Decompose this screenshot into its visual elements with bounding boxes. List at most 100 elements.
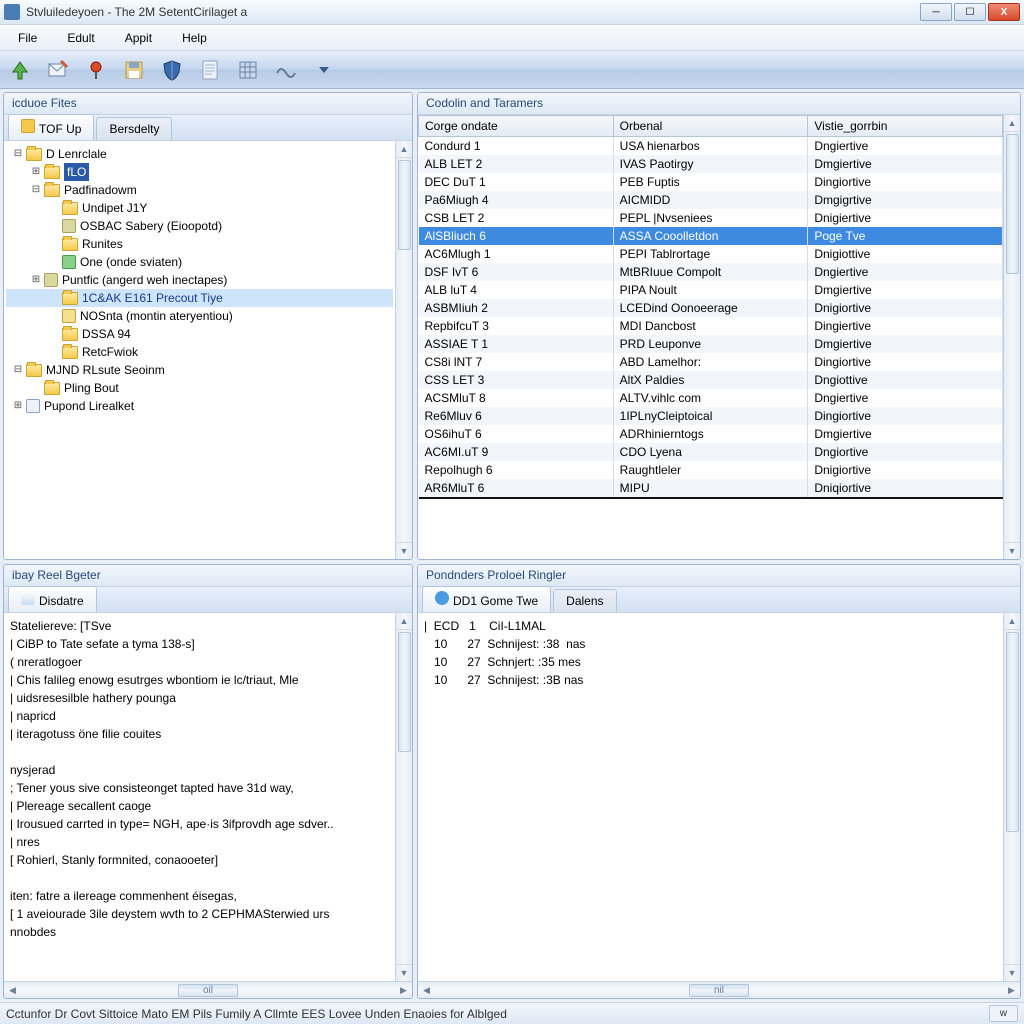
pin-icon[interactable] [82, 56, 110, 84]
tab-tof-up[interactable]: TOF Up [8, 114, 94, 140]
menu-edult[interactable]: Edult [53, 27, 108, 49]
scroll-up-icon[interactable]: ▲ [396, 141, 412, 158]
grid-icon[interactable] [234, 56, 262, 84]
expand-icon[interactable] [48, 238, 60, 250]
scroll-up-icon[interactable]: ▲ [1004, 115, 1020, 132]
tree-item[interactable]: One (onde sviaten) [6, 253, 393, 271]
expand-icon[interactable] [30, 382, 42, 394]
table-row[interactable]: AC6Mlugh 1PEPI TablrortageDnigiottive [419, 245, 1003, 263]
expand-icon[interactable]: ⊞ [12, 400, 24, 412]
data-table[interactable]: Corge ondateOrbenalVistie_gorrbinCondurd… [418, 115, 1003, 499]
close-button[interactable]: X [988, 3, 1020, 21]
log-text-left[interactable]: Stateliereve: [TSve | CiBP to Tate sefat… [4, 613, 395, 981]
scroll-left-icon[interactable]: ◀ [4, 982, 21, 998]
expand-icon[interactable] [48, 220, 60, 232]
table-row[interactable]: Pa6Miugh 4AICMIDDDmgigrtive [419, 191, 1003, 209]
expand-icon[interactable]: ⊞ [30, 166, 42, 178]
expand-icon[interactable] [48, 328, 60, 340]
scroll-down-icon[interactable]: ▼ [1004, 964, 1020, 981]
table-row[interactable]: AlSBliuch 6ASSA CooolletdonPoge Tve [419, 227, 1003, 245]
table-row[interactable]: AC6MI.uT 9CDO LyenaDngiortive [419, 443, 1003, 461]
table-row[interactable]: AR6MluT 6MIPUDniqiortive [419, 479, 1003, 498]
table-row[interactable]: ACSMluT 8ALTV.vihlc comDngiertive [419, 389, 1003, 407]
table-row[interactable]: DEC DuT 1PEB FuptisDingiortive [419, 173, 1003, 191]
scroll-down-icon[interactable]: ▼ [396, 964, 412, 981]
table-row[interactable]: RepbifcuT 3MDI DancbostDingiertive [419, 317, 1003, 335]
tab-dd1[interactable]: DD1 Gome Twe [422, 586, 551, 612]
column-header[interactable]: Orbenal [613, 116, 808, 137]
scroll-down-icon[interactable]: ▼ [396, 542, 412, 559]
scrollbar-vertical[interactable]: ▲▼ [395, 141, 412, 559]
tree-item[interactable]: 1C&AK E161 Precout Tiye [6, 289, 393, 307]
table-row[interactable]: Repolhugh 6RaughtlelerDnigiortive [419, 461, 1003, 479]
table-row[interactable]: CSB LET 2PEPL |NvsenieesDnigiertive [419, 209, 1003, 227]
table-row[interactable]: Re6Mluv 61IPLnyCleiptoicalDingiortive [419, 407, 1003, 425]
tree-item[interactable]: RetcFwiok [6, 343, 393, 361]
mail-edit-icon[interactable] [44, 56, 72, 84]
column-header[interactable]: Vistie_gorrbin [808, 116, 1003, 137]
tree-item[interactable]: DSSA 94 [6, 325, 393, 343]
expand-icon[interactable]: ⊟ [12, 148, 24, 160]
save-icon[interactable] [120, 56, 148, 84]
maximize-button[interactable]: ☐ [954, 3, 986, 21]
expand-icon[interactable] [48, 256, 60, 268]
scrollbar-horizontal[interactable]: ◀oil▶ [4, 981, 412, 998]
tree-item[interactable]: ⊟Padfinadowm [6, 181, 393, 199]
tree-item[interactable]: ⊟MJND RLsute Seoinm [6, 361, 393, 379]
tree-item[interactable]: OSBAC Sabery (Eioopotd) [6, 217, 393, 235]
dropdown-icon[interactable] [310, 56, 338, 84]
tree-item[interactable]: ⊟D Lenrclale [6, 145, 393, 163]
scroll-up-icon[interactable]: ▲ [1004, 613, 1020, 630]
table-row[interactable]: ALB LET 2IVAS PaotirgyDmgiertive [419, 155, 1003, 173]
table-row[interactable]: CS8i lNT 7ABD Lamelhor:Dingiortive [419, 353, 1003, 371]
expand-icon[interactable]: ⊟ [12, 364, 24, 376]
expand-icon[interactable]: ⊞ [30, 274, 42, 286]
wave-icon[interactable] [272, 56, 300, 84]
tab-dalens[interactable]: Dalens [553, 589, 616, 612]
scrollbar-vertical[interactable]: ▲▼ [395, 613, 412, 981]
menu-file[interactable]: File [4, 27, 51, 49]
expand-icon[interactable]: ⊟ [30, 184, 42, 196]
expand-icon[interactable] [48, 202, 60, 214]
expand-icon[interactable] [48, 292, 60, 304]
tree-item[interactable]: NOSnta (montin ateryentiou) [6, 307, 393, 325]
table-row[interactable]: CSS LET 3AltX PaldiesDngiottive [419, 371, 1003, 389]
scroll-right-icon[interactable]: ▶ [1003, 982, 1020, 998]
tree-item[interactable]: Undipet J1Y [6, 199, 393, 217]
column-header[interactable]: Corge ondate [419, 116, 614, 137]
scroll-up-icon[interactable]: ▲ [396, 613, 412, 630]
scroll-thumb[interactable] [398, 632, 411, 752]
scroll-left-icon[interactable]: ◀ [418, 982, 435, 998]
table-row[interactable]: OS6ihuT 6ADRhinierntogsDmgiertive [419, 425, 1003, 443]
scroll-thumb[interactable] [398, 160, 411, 250]
tree-item[interactable]: Pling Bout [6, 379, 393, 397]
scrollbar-horizontal[interactable]: ◀nil▶ [418, 981, 1020, 998]
minimize-button[interactable]: ─ [920, 3, 952, 21]
menu-help[interactable]: Help [168, 27, 221, 49]
log-text-right[interactable]: | ECD 1 CiI-L1MAL 10 27 Schnijest: :38 n… [418, 613, 1003, 981]
table-row[interactable]: Condurd 1USA hienarbosDngiertive [419, 137, 1003, 156]
table-row[interactable]: ASSIAE T 1PRD LeuponveDmgiertive [419, 335, 1003, 353]
up-arrow-icon[interactable] [6, 56, 34, 84]
expand-icon[interactable] [48, 310, 60, 322]
shield-icon[interactable] [158, 56, 186, 84]
tree-item[interactable]: Runites [6, 235, 393, 253]
status-button[interactable]: w [989, 1005, 1018, 1022]
scrollbar-vertical[interactable]: ▲▼ [1003, 115, 1020, 559]
scroll-right-icon[interactable]: ▶ [395, 982, 412, 998]
menu-appit[interactable]: Appit [111, 27, 166, 49]
tab-disdate[interactable]: Disdatre [8, 586, 97, 612]
tree-item[interactable]: ⊞Pupond Lirealket [6, 397, 393, 415]
scroll-thumb[interactable] [1006, 134, 1019, 274]
scroll-down-icon[interactable]: ▼ [1004, 542, 1020, 559]
tab-bendely[interactable]: Bersdelty [96, 117, 172, 140]
table-row[interactable]: DSF IvT 6MtBRIuue CompoltDngiertive [419, 263, 1003, 281]
scrollbar-vertical[interactable]: ▲▼ [1003, 613, 1020, 981]
expand-icon[interactable] [48, 346, 60, 358]
table-row[interactable]: ALB luT 4PIPA NoultDmgiertive [419, 281, 1003, 299]
tree-item[interactable]: ⊞fLO [6, 163, 393, 181]
scroll-thumb[interactable] [1006, 632, 1019, 832]
table-row[interactable]: ASBMIiuh 2LCEDind OonoeerageDnigiortive [419, 299, 1003, 317]
tree-item[interactable]: ⊞Puntfic (angerd weh inectapes) [6, 271, 393, 289]
file-tree[interactable]: ⊟D Lenrclale⊞fLO⊟PadfinadowmUndipet J1YO… [4, 141, 395, 559]
